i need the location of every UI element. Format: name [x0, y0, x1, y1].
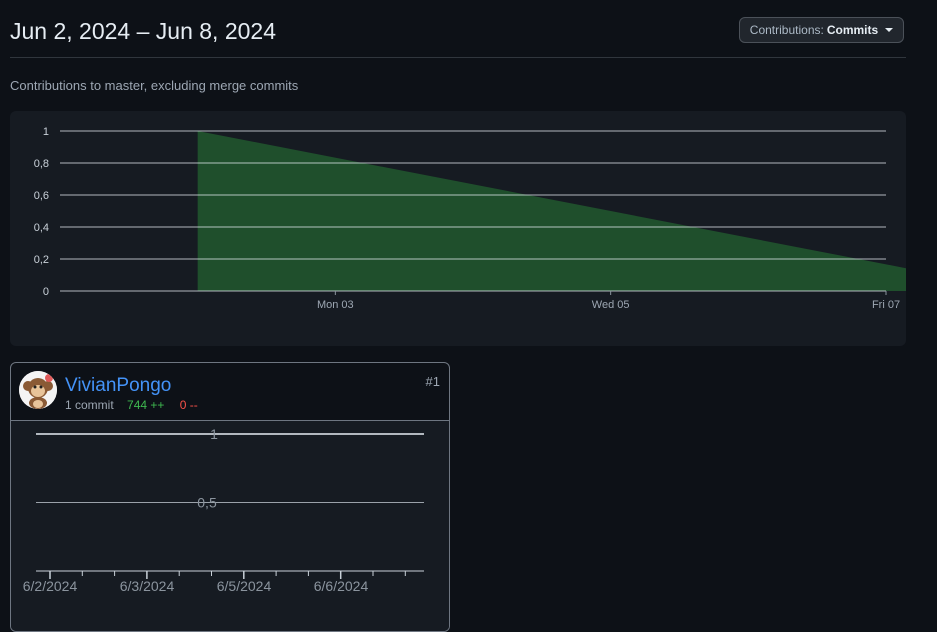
x-tick-label: Mon 03 — [317, 299, 354, 311]
area-series — [197, 131, 906, 291]
y-tick-label: 0,2 — [34, 254, 49, 266]
contributor-card-header: VivianPongo 1 commit 744 ++ 0 -- #1 — [11, 363, 449, 421]
x-tick-label: 6/2/2024 — [23, 578, 78, 594]
header-divider — [10, 57, 906, 58]
contributor-card: VivianPongo 1 commit 744 ++ 0 -- #1 0,5 1… — [10, 362, 450, 632]
contributor-chart: 0,5 1 6/2/2024 6/3/2024 6/5/2024 6/6/2024 — [11, 421, 449, 631]
contributions-chart: 0 0,2 0,4 0,6 0,8 1 Mon 03 Wed 05 Fri 07 — [10, 111, 906, 346]
x-tick-label: 6/6/2024 — [314, 578, 369, 594]
dropdown-label: Contributions: — [749, 23, 824, 37]
contributions-dropdown[interactable]: Contributions: Commits — [739, 17, 904, 43]
contributor-stats: 1 commit 744 ++ 0 -- — [65, 398, 198, 412]
y-tick-label: 0,4 — [34, 222, 49, 234]
page-title: Jun 2, 2024 – Jun 8, 2024 — [10, 18, 276, 44]
x-tick-label: Fri 07 — [872, 299, 900, 311]
contributions-chart-svg: 0 0,2 0,4 0,6 0,8 1 Mon 03 Wed 05 Fri 07 — [34, 126, 906, 311]
caret-down-icon — [885, 28, 894, 32]
commit-count[interactable]: 1 commit — [65, 398, 114, 412]
contributor-rank: #1 — [425, 374, 440, 389]
contributor-chart-svg: 0,5 1 6/2/2024 6/3/2024 6/5/2024 6/6/2024 — [23, 426, 424, 594]
deletions-count: 0 -- — [179, 398, 198, 412]
y-tick-label: 0,5 — [197, 495, 217, 511]
y-tick-label: 1 — [43, 126, 49, 138]
x-tick-label: 6/3/2024 — [120, 578, 175, 594]
additions-count: 744 ++ — [127, 398, 165, 412]
dropdown-value: Commits — [826, 23, 879, 37]
x-tick-label: 6/5/2024 — [217, 578, 272, 594]
y-tick-label: 1 — [210, 426, 218, 442]
y-tick-label: 0,6 — [34, 190, 49, 202]
chart-subtitle: Contributions to master, excluding merge… — [10, 78, 299, 93]
y-tick-label: 0 — [43, 286, 49, 298]
monkey-avatar-icon — [19, 371, 57, 409]
contributor-username-link[interactable]: VivianPongo — [65, 375, 171, 397]
y-tick-label: 0,8 — [34, 158, 49, 170]
x-tick-label: Wed 05 — [592, 299, 630, 311]
avatar[interactable] — [19, 371, 57, 409]
